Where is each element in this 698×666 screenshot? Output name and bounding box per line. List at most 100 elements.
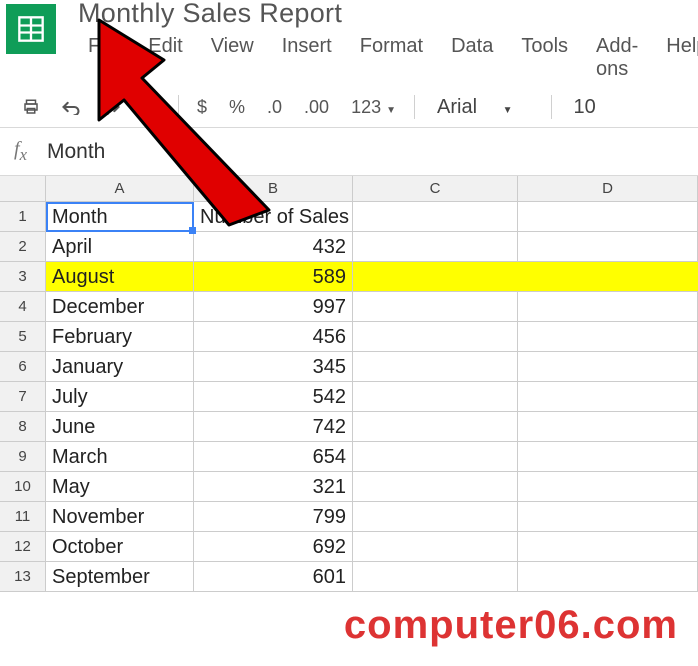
cell[interactable] (518, 502, 698, 531)
cell[interactable]: 742 (194, 412, 353, 441)
cell[interactable]: August (46, 262, 194, 291)
cell[interactable] (353, 532, 518, 561)
row-header[interactable]: 6 (0, 352, 46, 381)
menu-tools[interactable]: Tools (507, 31, 582, 85)
cell[interactable]: April (46, 232, 194, 261)
increase-decimal-button[interactable]: .00 (300, 97, 333, 118)
cell[interactable]: 692 (194, 532, 353, 561)
cell[interactable] (518, 292, 698, 321)
cell[interactable]: 799 (194, 502, 353, 531)
cell[interactable] (518, 202, 698, 231)
currency-button[interactable]: $ (193, 97, 211, 118)
cell[interactable]: 456 (194, 322, 353, 351)
cell[interactable]: 997 (194, 292, 353, 321)
separator (551, 95, 552, 119)
row-header[interactable]: 12 (0, 532, 46, 561)
cell[interactable] (353, 202, 518, 231)
table-row: 9 March 654 (0, 442, 698, 472)
cell[interactable]: 589 (194, 262, 353, 291)
cell[interactable] (518, 322, 698, 351)
paint-format-button[interactable] (138, 95, 164, 119)
cell[interactable]: May (46, 472, 194, 501)
cell[interactable]: 321 (194, 472, 353, 501)
cell[interactable] (518, 472, 698, 501)
cell[interactable]: October (46, 532, 194, 561)
cell[interactable] (518, 562, 698, 591)
cell[interactable]: July (46, 382, 194, 411)
cell[interactable] (353, 232, 518, 261)
cell[interactable]: November (46, 502, 194, 531)
cell[interactable] (518, 352, 698, 381)
cell[interactable] (518, 442, 698, 471)
number-format-button[interactable]: 123 ▼ (347, 97, 400, 118)
cell[interactable] (353, 442, 518, 471)
menu-insert[interactable]: Insert (268, 31, 346, 85)
cell[interactable] (518, 262, 698, 291)
cell[interactable] (353, 472, 518, 501)
row-header[interactable]: 2 (0, 232, 46, 261)
cell[interactable] (353, 262, 518, 291)
row-header[interactable]: 5 (0, 322, 46, 351)
cell[interactable] (353, 502, 518, 531)
menu-view[interactable]: View (197, 31, 268, 85)
menu-data[interactable]: Data (437, 31, 507, 85)
row-header[interactable]: 13 (0, 562, 46, 591)
percent-button[interactable]: % (225, 97, 249, 118)
col-header-b[interactable]: B (194, 176, 353, 201)
cell[interactable]: January (46, 352, 194, 381)
cell[interactable]: 601 (194, 562, 353, 591)
row-header[interactable]: 4 (0, 292, 46, 321)
table-row: 6 January 345 (0, 352, 698, 382)
menu-help[interactable]: Help (652, 31, 698, 85)
select-all-corner[interactable] (0, 176, 46, 201)
watermark: computer06.com (344, 603, 678, 648)
menu-edit[interactable]: Edit (134, 31, 196, 85)
table-row: 10 May 321 (0, 472, 698, 502)
menu-file[interactable]: File (74, 31, 134, 85)
col-header-a[interactable]: A (46, 176, 194, 201)
cell[interactable] (353, 412, 518, 441)
cell[interactable] (353, 562, 518, 591)
redo-button[interactable] (98, 95, 124, 119)
cell[interactable] (518, 232, 698, 261)
cell[interactable] (518, 382, 698, 411)
row-header[interactable]: 7 (0, 382, 46, 411)
col-header-d[interactable]: D (518, 176, 698, 201)
cell[interactable] (353, 382, 518, 411)
menu-format[interactable]: Format (346, 31, 437, 85)
cell[interactable]: September (46, 562, 194, 591)
row-header[interactable]: 9 (0, 442, 46, 471)
row-header[interactable]: 10 (0, 472, 46, 501)
cell[interactable]: December (46, 292, 194, 321)
cell[interactable]: 345 (194, 352, 353, 381)
col-header-c[interactable]: C (353, 176, 518, 201)
row-header[interactable]: 11 (0, 502, 46, 531)
cell[interactable]: 654 (194, 442, 353, 471)
table-row: 13 September 601 (0, 562, 698, 592)
decrease-decimal-button[interactable]: .0 (263, 97, 286, 118)
formula-input[interactable]: Month (47, 140, 105, 164)
cell[interactable]: February (46, 322, 194, 351)
cell[interactable] (353, 292, 518, 321)
cell[interactable]: 432 (194, 232, 353, 261)
cell[interactable]: June (46, 412, 194, 441)
table-row: 12 October 692 (0, 532, 698, 562)
cell[interactable]: March (46, 442, 194, 471)
cell[interactable] (353, 352, 518, 381)
cell[interactable]: Number of Sales (194, 202, 353, 231)
menu-addons[interactable]: Add-ons (582, 31, 652, 85)
spreadsheet-grid[interactable]: A B C D 1 Month Number of Sales 2 April … (0, 176, 698, 592)
cell[interactable]: Month (46, 202, 194, 231)
row-header[interactable]: 8 (0, 412, 46, 441)
doc-title[interactable]: Monthly Sales Report (78, 0, 698, 29)
cell[interactable] (353, 322, 518, 351)
undo-button[interactable] (58, 95, 84, 119)
font-family-select[interactable]: Arial ▼ (429, 96, 536, 119)
cell[interactable]: 542 (194, 382, 353, 411)
cell[interactable] (518, 532, 698, 561)
print-button[interactable] (18, 95, 44, 119)
cell[interactable] (518, 412, 698, 441)
font-size-select[interactable]: 10 (566, 96, 604, 119)
row-header[interactable]: 1 (0, 202, 46, 231)
row-header[interactable]: 3 (0, 262, 46, 291)
